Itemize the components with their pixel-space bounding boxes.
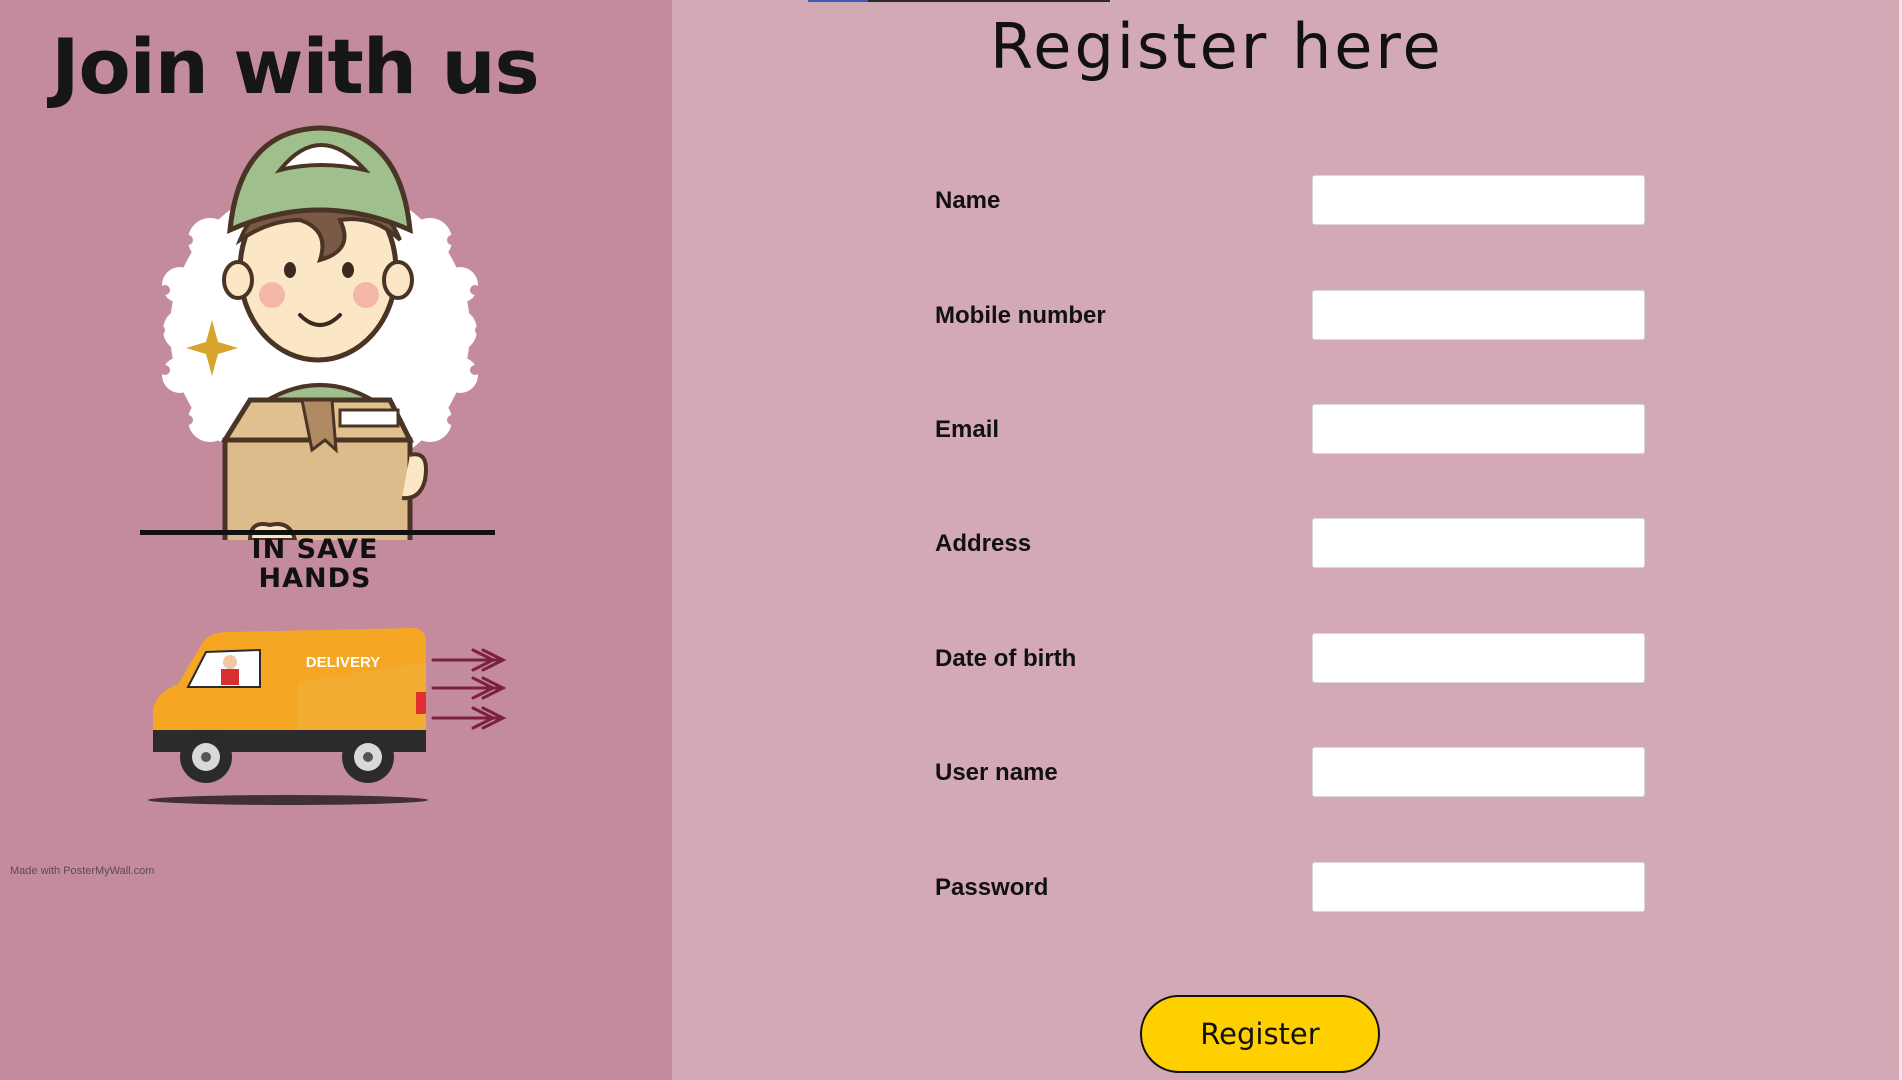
poster-title: Join with us	[51, 22, 540, 111]
password-field[interactable]	[1312, 862, 1645, 912]
date-of-birth-field[interactable]	[1312, 633, 1645, 683]
address-row: Address	[935, 518, 1647, 568]
form-title: Register here	[990, 10, 1444, 83]
top-scroll-strip	[808, 0, 1110, 2]
tagline-line-2: HANDS	[258, 563, 372, 594]
name-row: Name	[935, 175, 1647, 225]
mobile-number-label: Mobile number	[935, 302, 1106, 329]
van-wheel	[342, 731, 394, 783]
name-label: Name	[935, 187, 1001, 214]
address-label: Address	[935, 530, 1032, 557]
password-label: Password	[935, 874, 1049, 901]
speed-arrows-icon	[431, 648, 507, 730]
van-wheel	[180, 731, 232, 783]
user-name-field[interactable]	[1312, 747, 1645, 797]
delivery-van-illustration: DELIVERY	[148, 628, 507, 805]
van-label: DELIVERY	[306, 654, 380, 671]
address-field[interactable]	[1312, 518, 1645, 568]
watermark: Made with PosterMyWall.com	[10, 865, 155, 877]
user-name-row: User name	[935, 747, 1647, 797]
date-of-birth-row: Date of birth	[935, 633, 1647, 683]
user-name-label: User name	[935, 759, 1058, 786]
name-field[interactable]	[1312, 175, 1645, 225]
mobile-number-field[interactable]	[1312, 290, 1645, 340]
tagline-line-1: IN SAVE	[251, 534, 379, 565]
email-row: Email	[935, 404, 1647, 454]
password-row: Password	[935, 862, 1647, 912]
date-of-birth-label: Date of birth	[935, 645, 1077, 672]
poster-panel: Join with us IN SAVE HANDS DELIVERY Made…	[0, 0, 672, 1080]
mobile-number-row: Mobile number	[935, 290, 1647, 340]
poster-tagline: IN SAVE HANDS	[210, 535, 420, 593]
email-field[interactable]	[1312, 404, 1645, 454]
courier-illustration	[140, 125, 495, 540]
email-label: Email	[935, 416, 1000, 443]
register-button[interactable]: Register	[1140, 995, 1380, 1073]
